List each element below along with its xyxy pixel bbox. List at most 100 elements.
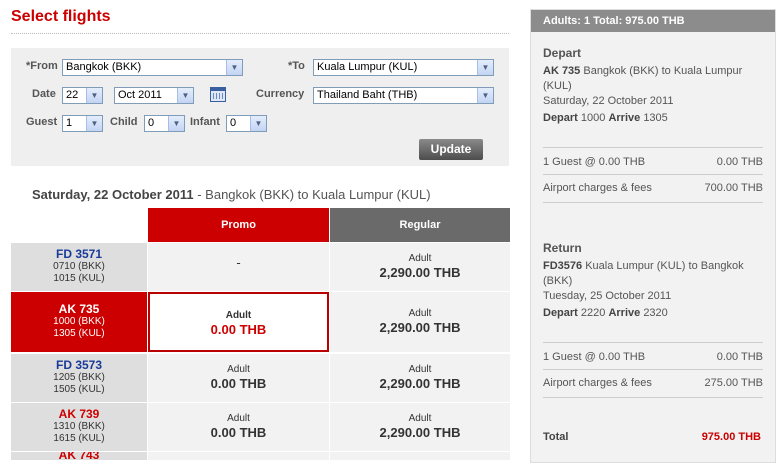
infant-label: Infant — [190, 116, 220, 128]
depart-flight: AK 735 Bangkok (BKK) to Kuala Lumpur (KU… — [543, 64, 768, 94]
flight-info: FD 3573 1205 (BKK) 1505 (KUL) — [11, 354, 147, 402]
promo-fare-cell — [148, 452, 329, 460]
depart-times: Depart 1000 Arrive 1305 — [543, 111, 768, 126]
guest-value: 1 — [66, 117, 73, 129]
regular-fare-cell — [330, 452, 510, 460]
return-flight-code: FD3576 — [543, 260, 583, 272]
promo-fare-cell[interactable]: Adult 0.00 THB — [148, 403, 329, 451]
fees-amount: 700.00 THB — [704, 182, 763, 194]
regular-fare-cell[interactable]: Adult 2,290.00 THB — [330, 403, 510, 451]
promo-fare-cell-selected[interactable]: Adult 0.00 THB — [148, 292, 329, 352]
flight-code[interactable]: AK 739 — [11, 407, 147, 421]
divider — [543, 202, 763, 203]
flight-code[interactable]: FD 3573 — [11, 358, 147, 372]
depart-time: 1310 (BKK) — [53, 421, 105, 432]
child-select[interactable]: 0 ▼ — [144, 115, 185, 132]
fare-price: 2,290.00 THB — [379, 425, 461, 440]
chevron-down-icon[interactable]: ▼ — [226, 60, 242, 75]
total-label: Total — [543, 431, 569, 443]
fees-label: Airport charges & fees — [543, 182, 652, 194]
date-month-value: Oct 2011 — [118, 89, 162, 101]
fare-price: 0.00 THB — [210, 322, 267, 337]
flight-info: FD 3571 0710 (BKK) 1015 (KUL) — [11, 243, 147, 291]
return-guest-row: 1 Guest @ 0.00 THB 0.00 THB — [543, 351, 763, 363]
divider — [543, 147, 763, 148]
guest-line: 1 Guest @ 0.00 THB — [543, 156, 646, 168]
arrive-label: Arrive — [608, 112, 641, 124]
promo-fare-cell: - — [148, 243, 329, 291]
from-label: *From — [26, 60, 58, 72]
depart-label: Depart — [543, 112, 578, 124]
calendar-icon[interactable] — [210, 87, 226, 102]
infant-value: 0 — [230, 117, 237, 129]
table-row: AK 735 1000 (BKK) 1305 (KUL) Adult 0.00 … — [11, 292, 510, 352]
return-flight: FD3576 Kuala Lumpur (KUL) to Bangkok (BK… — [543, 259, 768, 289]
arrive-label: Arrive — [608, 307, 641, 319]
date-day-select[interactable]: 22 ▼ — [62, 87, 103, 104]
table-row: FD 3571 0710 (BKK) 1015 (KUL) - Adult 2,… — [11, 243, 510, 291]
update-button[interactable]: Update — [419, 139, 483, 160]
flight-info: AK 743 — [11, 452, 147, 460]
depart-section-title: Depart — [543, 46, 582, 60]
guest-line: 1 Guest @ 0.00 THB — [543, 351, 646, 363]
regular-fare-cell[interactable]: Adult 2,290.00 THB — [330, 292, 510, 352]
chevron-down-icon[interactable]: ▼ — [477, 60, 493, 75]
from-select[interactable]: Bangkok (BKK) ▼ — [62, 59, 243, 76]
depart-label: Depart — [543, 307, 578, 319]
fare-type: Adult — [408, 253, 432, 264]
currency-select[interactable]: Thailand Baht (THB) ▼ — [313, 87, 494, 104]
infant-select[interactable]: 0 ▼ — [226, 115, 267, 132]
guest-amount: 0.00 THB — [716, 156, 763, 168]
return-section-title: Return — [543, 241, 582, 255]
chevron-down-icon[interactable]: ▼ — [250, 116, 266, 131]
arrive-time: 1305 (KUL) — [53, 328, 105, 339]
search-panel: *From Bangkok (BKK) ▼ *To Kuala Lumpur (… — [11, 48, 509, 166]
arrive-time: 1015 (KUL) — [53, 273, 105, 284]
to-label: *To — [288, 60, 305, 72]
fare-price: 2,290.00 THB — [379, 265, 461, 280]
fare-price: 0.00 THB — [210, 376, 267, 391]
booking-summary: Adults: 1 Total: 975.00 THB Depart AK 73… — [530, 9, 776, 463]
flight-code[interactable]: FD 3571 — [11, 247, 147, 261]
return-times: Depart 2220 Arrive 2320 — [543, 306, 768, 321]
guest-amount: 0.00 THB — [716, 351, 763, 363]
fare-type: Adult — [408, 413, 432, 424]
regular-fare-cell[interactable]: Adult 2,290.00 THB — [330, 354, 510, 402]
table-row-partial: AK 743 — [11, 452, 510, 460]
promo-fare-cell[interactable]: Adult 0.00 THB — [148, 354, 329, 402]
fare-unavailable: - — [236, 255, 241, 270]
chevron-down-icon[interactable]: ▼ — [86, 88, 102, 103]
return-fees-row: Airport charges & fees 275.00 THB — [543, 377, 763, 389]
date-day-value: 22 — [66, 89, 79, 101]
date-label: Date — [32, 88, 56, 100]
guest-label: Guest — [26, 116, 58, 128]
date-month-select[interactable]: Oct 2011 ▼ — [114, 87, 194, 104]
fare-type: Adult — [227, 364, 250, 375]
regular-fare-cell[interactable]: Adult 2,290.00 THB — [330, 243, 510, 291]
flight-code[interactable]: AK 735 — [11, 302, 147, 316]
arrive-time: 1615 (KUL) — [53, 433, 105, 444]
to-select[interactable]: Kuala Lumpur (KUL) ▼ — [313, 59, 494, 76]
from-value: Bangkok (BKK) — [66, 61, 142, 73]
table-row: AK 739 1310 (BKK) 1615 (KUL) Adult 0.00 … — [11, 403, 510, 451]
results-date: Saturday, 22 October 2011 — [32, 187, 194, 202]
results-heading: Saturday, 22 October 2011 - Bangkok (BKK… — [32, 187, 431, 202]
guest-select[interactable]: 1 ▼ — [62, 115, 103, 132]
fare-type: Adult — [227, 413, 250, 424]
chevron-down-icon[interactable]: ▼ — [168, 116, 184, 131]
flight-info: AK 739 1310 (BKK) 1615 (KUL) — [11, 403, 147, 451]
flight-code[interactable]: AK 743 — [11, 452, 147, 460]
depart-time: 0710 (BKK) — [53, 261, 105, 272]
divider — [543, 174, 763, 175]
summary-header: Adults: 1 Total: 975.00 THB — [531, 10, 775, 32]
chevron-down-icon[interactable]: ▼ — [477, 88, 493, 103]
chevron-down-icon[interactable]: ▼ — [86, 116, 102, 131]
child-value: 0 — [148, 117, 155, 129]
depart-time: 1000 — [580, 112, 606, 124]
divider — [543, 397, 763, 398]
table-row: FD 3573 1205 (BKK) 1505 (KUL) Adult 0.00… — [11, 354, 510, 402]
title-divider — [11, 33, 509, 34]
chevron-down-icon[interactable]: ▼ — [177, 88, 193, 103]
divider — [543, 342, 763, 343]
arrive-time: 1305 — [643, 112, 668, 124]
